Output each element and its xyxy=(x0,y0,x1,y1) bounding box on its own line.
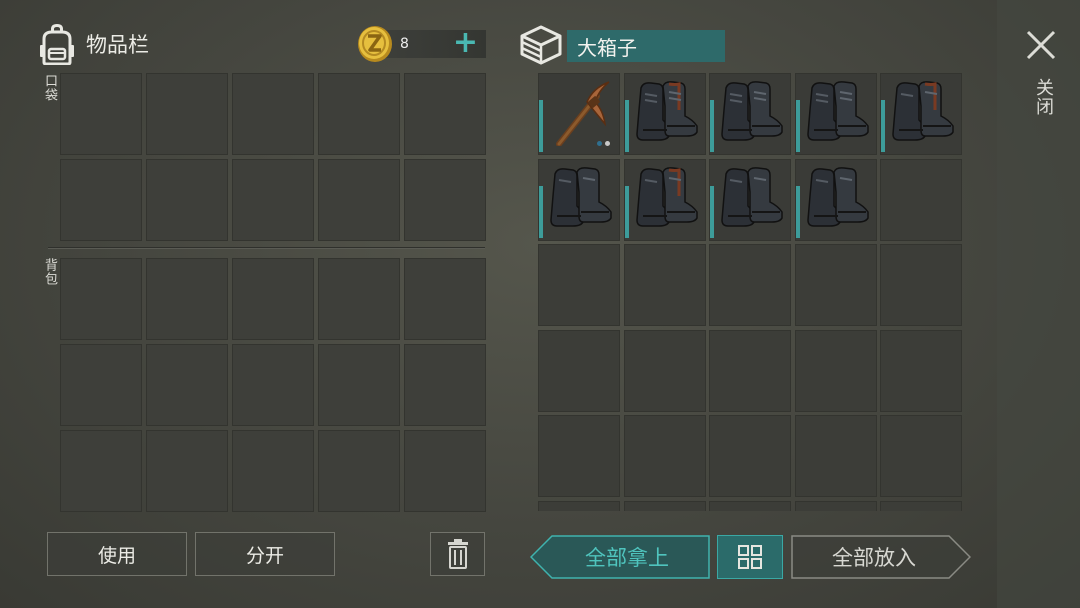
boots-icon xyxy=(635,166,698,227)
coin-count: 8 xyxy=(400,36,409,52)
container-name: 大箱子 xyxy=(567,30,725,62)
container-slot-boots[interactable] xyxy=(794,158,877,241)
container-slot-boots[interactable] xyxy=(709,158,791,241)
backpack-slot[interactable] xyxy=(404,430,486,512)
backpack-slot[interactable] xyxy=(404,258,486,340)
container-slot-boots[interactable] xyxy=(880,73,962,155)
container-slot[interactable] xyxy=(709,244,791,326)
add-coins-button[interactable]: + xyxy=(453,26,478,60)
container-slot[interactable] xyxy=(709,415,791,497)
item-durability-dots xyxy=(597,141,610,146)
section-divider xyxy=(48,247,485,249)
boots-icon xyxy=(550,166,612,227)
grid-sort-icon xyxy=(738,545,762,569)
container-slot[interactable] xyxy=(709,500,791,511)
pocket-label: 口袋 xyxy=(42,74,57,102)
chest-icon xyxy=(520,25,562,65)
backpack-slot[interactable] xyxy=(318,430,400,512)
container-slot[interactable] xyxy=(623,500,706,511)
container-slot-boots[interactable] xyxy=(623,73,706,155)
container-slot[interactable] xyxy=(538,415,620,497)
container-slot[interactable] xyxy=(709,329,791,412)
trash-icon xyxy=(447,539,468,569)
backpack-slot[interactable] xyxy=(146,430,228,512)
backpack-grid xyxy=(60,258,486,512)
boots-icon xyxy=(721,166,783,227)
put-all-label: 全部放入 xyxy=(832,546,916,570)
container-slot[interactable] xyxy=(794,329,877,412)
pickaxe-icon xyxy=(556,81,610,146)
use-button[interactable]: 使用 xyxy=(47,532,187,576)
container-slot[interactable] xyxy=(538,500,620,511)
pocket-slot[interactable] xyxy=(404,73,486,155)
backpack-slot[interactable] xyxy=(232,430,314,512)
container-slot[interactable] xyxy=(538,244,620,326)
backpack-slot[interactable] xyxy=(146,344,228,426)
backpack-slot[interactable] xyxy=(146,258,228,340)
take-all-button[interactable]: 全部拿上 xyxy=(530,535,710,579)
backpack-label: 背包 xyxy=(42,258,57,286)
container-slot[interactable] xyxy=(538,329,620,412)
pocket-slot[interactable] xyxy=(146,159,228,241)
backpack-slot[interactable] xyxy=(318,258,400,340)
put-all-button[interactable]: 全部放入 xyxy=(791,535,971,579)
close-icon[interactable] xyxy=(1022,26,1060,64)
pocket-slot[interactable] xyxy=(146,73,228,155)
container-slot[interactable] xyxy=(880,329,962,412)
pocket-grid xyxy=(60,73,486,241)
backpack-slot[interactable] xyxy=(232,258,314,340)
boots-icon xyxy=(806,81,869,141)
inventory-header: 物品栏 xyxy=(38,20,149,68)
boots-icon xyxy=(721,81,783,141)
container-slot[interactable] xyxy=(623,329,706,412)
container-slot[interactable] xyxy=(794,415,877,497)
take-all-label: 全部拿上 xyxy=(585,546,669,570)
backpack-slot[interactable] xyxy=(404,344,486,426)
container-slot[interactable] xyxy=(880,244,962,326)
pocket-slot[interactable] xyxy=(232,159,314,241)
coin-icon xyxy=(358,26,392,62)
backpack-slot[interactable] xyxy=(60,344,142,426)
boots-icon xyxy=(635,81,698,141)
container-slot-boots[interactable] xyxy=(709,73,791,155)
container-slot[interactable] xyxy=(794,244,877,326)
backpack-slot[interactable] xyxy=(60,430,142,512)
inventory-title: 物品栏 xyxy=(86,33,149,57)
container-grid xyxy=(538,73,962,511)
container-slot[interactable] xyxy=(880,500,962,511)
coin-display: 8 + xyxy=(356,26,486,62)
backpack-slot[interactable] xyxy=(318,344,400,426)
container-slot-boots[interactable] xyxy=(623,158,706,241)
backpack-slot[interactable] xyxy=(60,258,142,340)
pocket-slot[interactable] xyxy=(232,73,314,155)
container-slot[interactable] xyxy=(794,500,877,511)
container-slot-pickaxe[interactable] xyxy=(538,73,620,155)
container-slot-boots[interactable] xyxy=(538,158,620,241)
boots-icon xyxy=(892,81,954,141)
pocket-slot[interactable] xyxy=(404,159,486,241)
sort-button[interactable] xyxy=(717,535,783,579)
boots-icon xyxy=(806,166,869,227)
pocket-slot[interactable] xyxy=(60,159,142,241)
pocket-slot[interactable] xyxy=(318,73,400,155)
pocket-slot[interactable] xyxy=(60,73,142,155)
backpack-icon xyxy=(40,24,74,65)
backpack-slot[interactable] xyxy=(232,344,314,426)
split-button[interactable]: 分开 xyxy=(195,532,335,576)
trash-button[interactable] xyxy=(430,532,485,576)
container-slot[interactable] xyxy=(880,415,962,497)
container-slot[interactable] xyxy=(623,244,706,326)
container-slot-boots[interactable] xyxy=(794,73,877,155)
pocket-slot[interactable] xyxy=(318,159,400,241)
container-slot[interactable] xyxy=(623,415,706,497)
container-slot[interactable] xyxy=(880,158,962,241)
close-label[interactable]: 关闭 xyxy=(1030,78,1056,116)
